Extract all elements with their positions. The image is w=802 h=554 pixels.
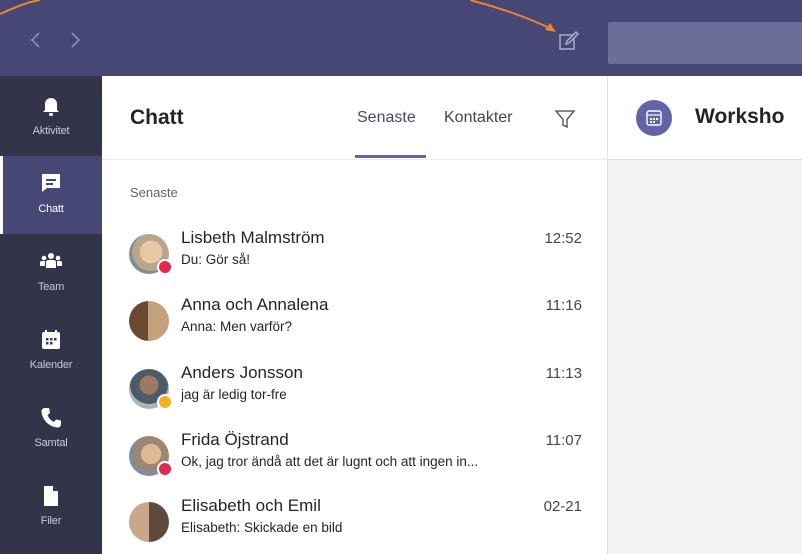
active-tab-indicator (355, 155, 426, 158)
avatar (129, 301, 169, 341)
conversation-title: Worksho (695, 105, 785, 128)
message-preview: jag är ledig tor-fre (181, 387, 287, 402)
status-busy-icon (157, 461, 173, 477)
rail-item-label: Filer (40, 515, 62, 527)
contact-name: Anna och Annalena (181, 295, 329, 314)
rail-item-calendar[interactable]: Kalender (0, 312, 102, 390)
conversation-header: Worksho (608, 76, 802, 160)
chat-list-item[interactable]: Elisabeth och Emil 02-21 Elisabeth: Skic… (102, 496, 608, 554)
chat-icon (42, 174, 60, 192)
rail-item-activity[interactable]: Aktivitet (0, 78, 102, 156)
chevron-right-icon[interactable] (68, 31, 82, 49)
section-label: Senaste (130, 185, 178, 200)
message-time: 02-21 (543, 498, 582, 515)
tab-contacts[interactable]: Kontakter (444, 109, 512, 127)
contact-name: Frida Öjstrand (181, 430, 289, 449)
chat-list-item[interactable]: Anders Jonsson 11:13 jag är ledig tor-fr… (102, 363, 608, 429)
message-preview: Du: Gör så! (181, 252, 251, 267)
rail-item-chat[interactable]: Chatt (0, 156, 102, 234)
meeting-calendar-icon (636, 100, 672, 136)
compose-icon[interactable] (558, 31, 580, 51)
title-bar (0, 0, 802, 76)
rail-item-label: Aktivitet (32, 125, 70, 137)
rail-item-team[interactable]: Team (0, 234, 102, 312)
rail-item-label: Team (37, 281, 65, 293)
chevron-left-icon[interactable] (29, 31, 43, 49)
message-time: 11:16 (545, 297, 582, 314)
bell-icon (43, 98, 59, 116)
status-away-icon (157, 394, 173, 410)
chat-list-item[interactable]: Anna och Annalena 11:16 Anna: Men varför… (102, 295, 608, 361)
message-time: 11:13 (545, 365, 582, 382)
message-preview: Elisabeth: Skickade en bild (181, 520, 343, 535)
chat-list-item[interactable]: Lisbeth Malmström 12:52 Du: Gör så! (102, 228, 608, 294)
message-preview: Anna: Men varför? (181, 319, 293, 334)
team-icon (40, 253, 62, 268)
contact-name: Elisabeth och Emil (181, 496, 321, 515)
panel-title: Chatt (130, 106, 184, 129)
search-input[interactable] (608, 22, 802, 64)
contact-name: Lisbeth Malmström (181, 228, 325, 247)
conversation-pane: Worksho (608, 76, 802, 554)
avatar (129, 502, 169, 542)
message-time: 12:52 (544, 230, 582, 247)
calendar-icon (42, 330, 60, 349)
rail-item-label: Samtal (34, 437, 68, 449)
message-preview: Ok, jag tror ändå att det är lugnt och a… (181, 454, 479, 469)
app-rail: Aktivitet Chatt Team Kalender Samtal Fil… (0, 76, 102, 554)
rail-item-label: Kalender (29, 359, 73, 371)
tab-recent[interactable]: Senaste (357, 109, 416, 127)
rail-item-files[interactable]: Filer (0, 468, 102, 546)
rail-item-label: Chatt (38, 203, 64, 215)
divider (102, 159, 608, 160)
rail-item-calls[interactable]: Samtal (0, 390, 102, 468)
status-busy-icon (157, 259, 173, 275)
chat-list-item[interactable]: Frida Öjstrand 11:07 Ok, jag tror ändå a… (102, 430, 608, 496)
chat-list-panel: Chatt Senaste Kontakter Senaste Lisbeth … (102, 76, 608, 554)
phone-icon (41, 408, 61, 428)
filter-icon[interactable] (554, 108, 576, 130)
message-time: 11:07 (545, 432, 582, 449)
file-icon (44, 486, 58, 506)
contact-name: Anders Jonsson (181, 363, 303, 382)
